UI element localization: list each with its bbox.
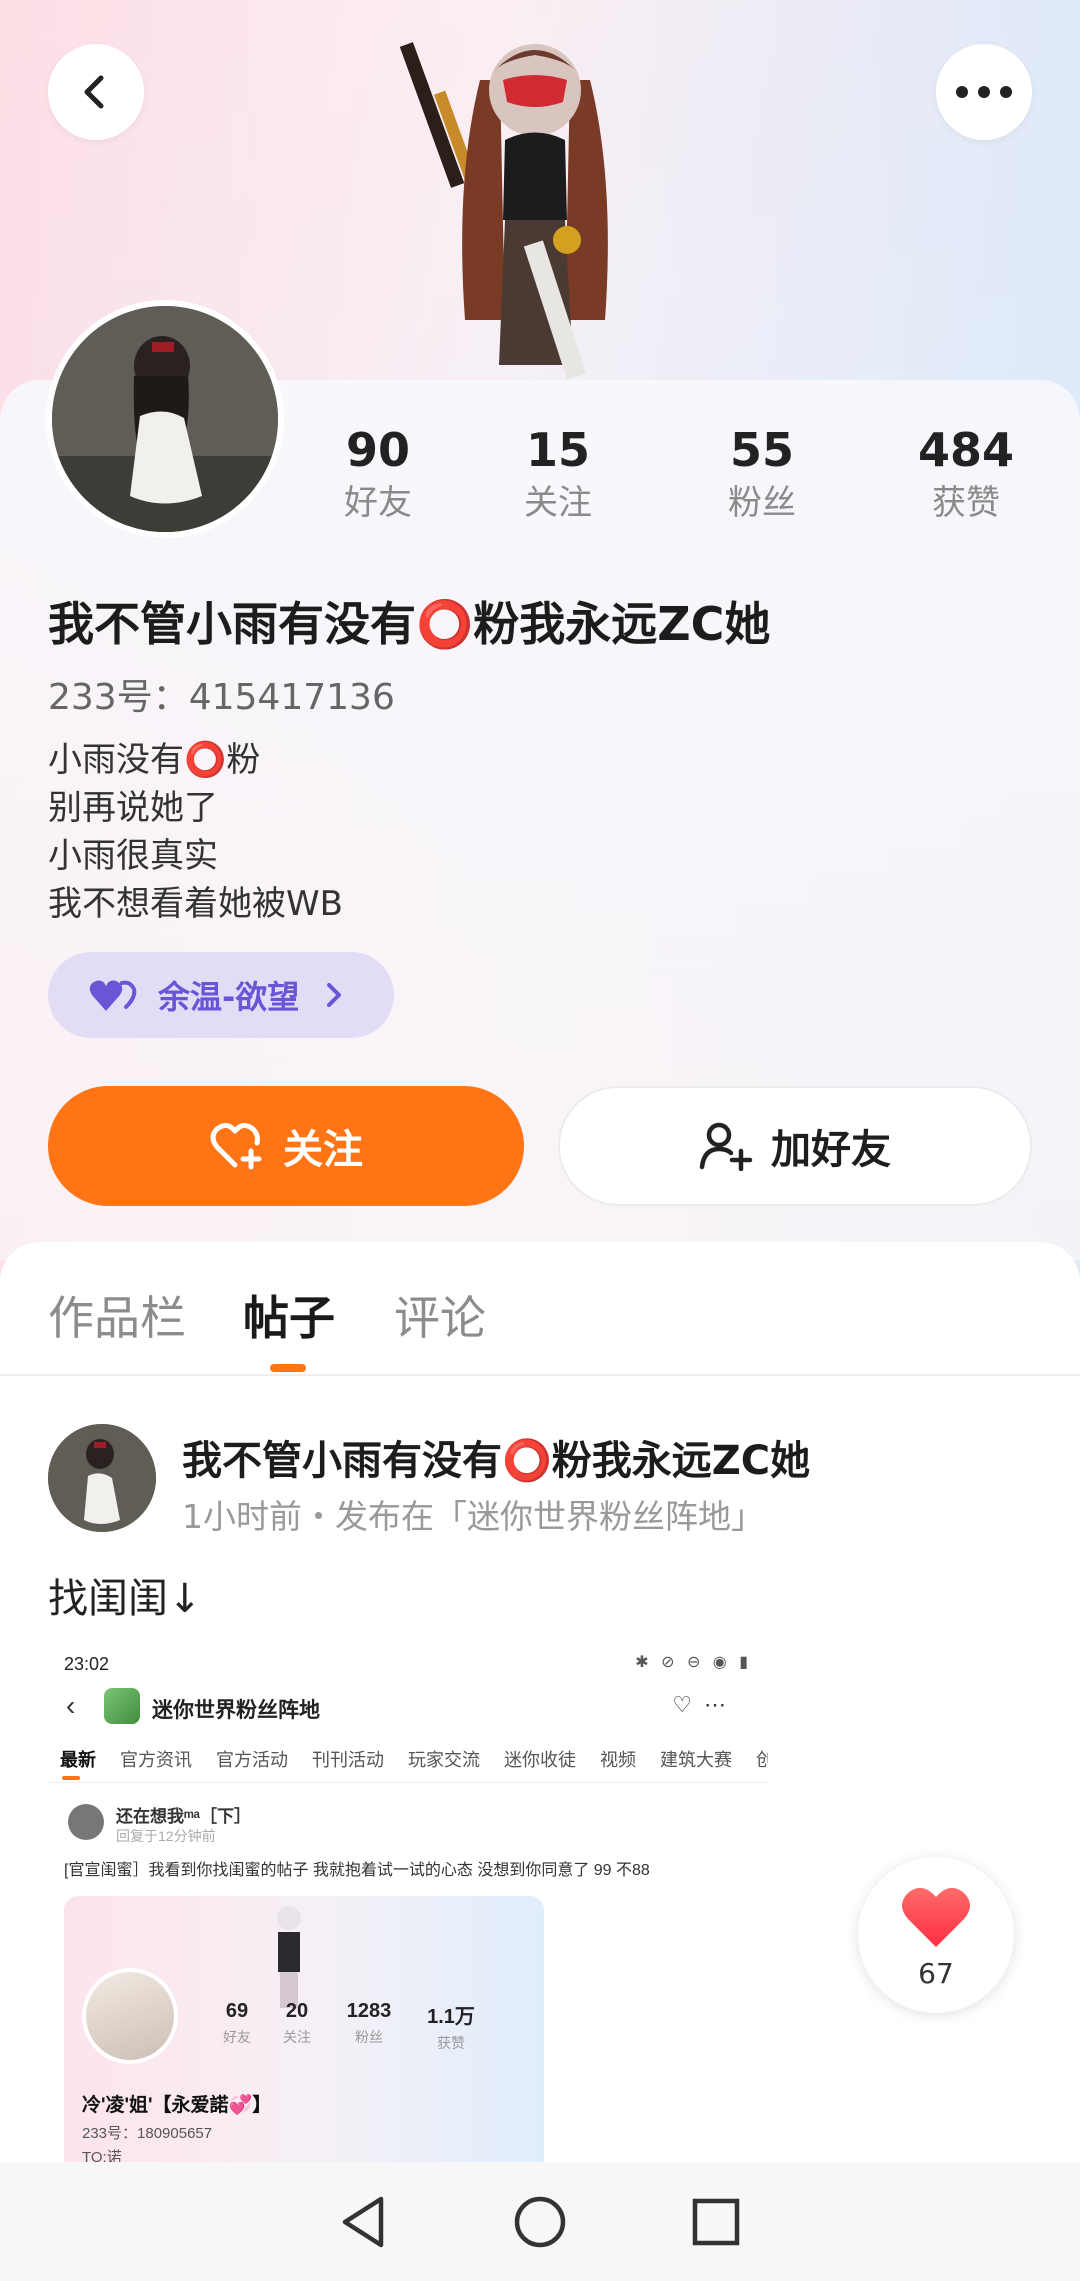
- bio-line: 别再说她了: [48, 788, 218, 828]
- add-friend-button-label: 加好友: [771, 1127, 891, 1173]
- embedded-tab: 玩家交流: [408, 1750, 480, 1770]
- chevron-left-icon: [84, 75, 104, 109]
- embedded-reply-name: 还在想我ᵐᵃ［下］: [116, 1807, 252, 1826]
- embedded-reply-time: 回复于12分钟前: [116, 1828, 216, 1844]
- embedded-status-icons: ✱ ⊘ ⊖ ◉ ▮: [635, 1654, 752, 1671]
- active-tab-indicator: [270, 1364, 306, 1372]
- bio-line: 我不想看着她被WB: [48, 884, 343, 924]
- avatar-image: [52, 306, 278, 532]
- embedded-divider: [48, 1782, 768, 1783]
- stat-value: 20: [285, 2000, 309, 2022]
- stat-label: 获赞: [932, 483, 1000, 523]
- post-text: 找闺闺↓: [48, 1576, 202, 1622]
- stat-label: 好友: [344, 483, 412, 523]
- stat-following[interactable]: 15 关注: [478, 420, 638, 526]
- stat-friends[interactable]: 90 好友: [298, 420, 458, 526]
- stat-label: 粉丝: [728, 483, 796, 523]
- embedded-tab: 建筑大赛: [660, 1750, 732, 1770]
- stat-value: 1283: [346, 2000, 392, 2022]
- more-button[interactable]: [936, 44, 1032, 140]
- bio-line: 小雨没有⭕粉: [48, 740, 261, 780]
- system-nav-bar: [0, 2162, 1080, 2281]
- like-count: 67: [918, 1957, 954, 1990]
- stat-label: 获赞: [437, 2035, 465, 2051]
- avatar[interactable]: [46, 300, 284, 538]
- title-badge-label: 余温-欲望: [158, 978, 300, 1016]
- circle-home-icon: [514, 2196, 566, 2247]
- title-badge[interactable]: 余温-欲望: [48, 952, 394, 1038]
- character-illustration: [399, 42, 608, 380]
- embedded-tab: 官方资讯: [120, 1750, 192, 1770]
- stat-label: 关注: [524, 483, 592, 523]
- profile-id-value: 415417136: [188, 677, 395, 718]
- embedded-card-name: 冷'凌'姐'【永爱諾💞】: [82, 2095, 272, 2116]
- bio-line: 小雨很真实: [48, 836, 218, 876]
- embedded-tab: 刊刊活动: [312, 1750, 384, 1770]
- embedded-card-id: 233号：180905657: [82, 2125, 213, 2142]
- embedded-card-avatar: [82, 1968, 178, 2064]
- triangle-back-icon: [342, 2196, 384, 2247]
- embedded-reply-text: [官宣闺蜜］我看到你找闺蜜的帖子 我就抱着试一试的心态 没想到你同意了 99 不…: [64, 1862, 650, 1879]
- stat-value: 1.1万: [427, 2006, 475, 2028]
- profile-id-label: 233号：: [48, 677, 189, 718]
- add-friend-button[interactable]: 加好友: [558, 1086, 1032, 1206]
- chevron-right-icon: [327, 983, 342, 1007]
- stat-fans[interactable]: 55 粉丝: [682, 420, 842, 526]
- embedded-status-time: 23:02: [64, 1654, 110, 1674]
- post-meta: 1小时前・发布在「迷你世界粉丝阵地」: [182, 1497, 764, 1536]
- nav-recents-button[interactable]: [684, 2190, 748, 2254]
- embedded-back-icon: ‹: [66, 1690, 76, 1721]
- follow-button-label: 关注: [283, 1127, 363, 1173]
- stat-likes[interactable]: 484 获赞: [886, 420, 1046, 526]
- follow-button[interactable]: 关注: [48, 1086, 524, 1206]
- embedded-reply-avatar: [68, 1804, 104, 1840]
- back-button[interactable]: [48, 44, 144, 140]
- embedded-tab: 最新: [60, 1750, 96, 1770]
- tab-bar: 作品栏 帖子 评论: [0, 1242, 1080, 1376]
- avatar-image: [48, 1424, 156, 1532]
- tab-works[interactable]: 作品栏: [48, 1282, 186, 1348]
- nav-back-button[interactable]: [332, 2190, 396, 2254]
- embedded-forum-icon: [104, 1688, 140, 1724]
- embedded-tab: 创作: [756, 1750, 768, 1770]
- stat-value: 15: [525, 423, 590, 477]
- embedded-tab: 官方活动: [216, 1750, 288, 1770]
- embedded-stat: 1283 粉丝: [334, 2000, 404, 2047]
- heart-icon: [902, 1887, 970, 1947]
- tab-posts[interactable]: 帖子: [243, 1282, 335, 1348]
- post-author-name[interactable]: 我不管小雨有没有⭕粉我永远ZC她: [182, 1428, 810, 1486]
- embedded-tab-indicator: [62, 1776, 80, 1780]
- embedded-tab: 迷你收徒: [504, 1750, 576, 1770]
- embedded-stat: 1.1万获赞: [416, 2000, 486, 2053]
- profile-username: 我不管小雨有没有⭕粉我永远ZC她: [48, 597, 771, 651]
- user-plus-icon: [699, 1122, 753, 1171]
- embedded-character-illustration: [277, 1906, 301, 2008]
- embedded-more-icon: ♡⋯: [672, 1692, 738, 1717]
- embedded-stat: 20 关注: [262, 2000, 332, 2047]
- embedded-tabs: 最新 官方资讯 官方活动 刊刊活动 玩家交流 迷你收徒 视频 建筑大赛 创作: [60, 1746, 768, 1772]
- content-panel: 作品栏 帖子 评论 我不管小雨有没有⭕粉我永远ZC她 1小时前・发布在「迷你世界…: [0, 1242, 1080, 2281]
- profile-bio: 小雨没有⭕粉 别再说她了 小雨很真实 我不想看着她被WB: [48, 736, 343, 928]
- stat-label: 粉丝: [355, 2029, 383, 2045]
- embedded-tab: 视频: [600, 1750, 636, 1770]
- more-dots-icon: [956, 86, 1012, 98]
- tab-comments[interactable]: 评论: [394, 1282, 486, 1348]
- profile-id: 233号：415417136: [48, 668, 395, 720]
- heart-plus-icon: [210, 1123, 262, 1170]
- stat-label: 关注: [283, 2029, 311, 2045]
- stat-value: 484: [917, 423, 1015, 477]
- square-recents-icon: [692, 2198, 740, 2245]
- twin-hearts-icon: [89, 980, 137, 1011]
- stat-value: 55: [729, 423, 794, 477]
- embedded-forum-name: 迷你世界粉丝阵地: [152, 1699, 320, 1722]
- post-author-avatar[interactable]: [48, 1424, 156, 1532]
- like-button[interactable]: 67: [858, 1857, 1014, 2013]
- stat-value: 90: [345, 423, 410, 477]
- nav-home-button[interactable]: [508, 2190, 572, 2254]
